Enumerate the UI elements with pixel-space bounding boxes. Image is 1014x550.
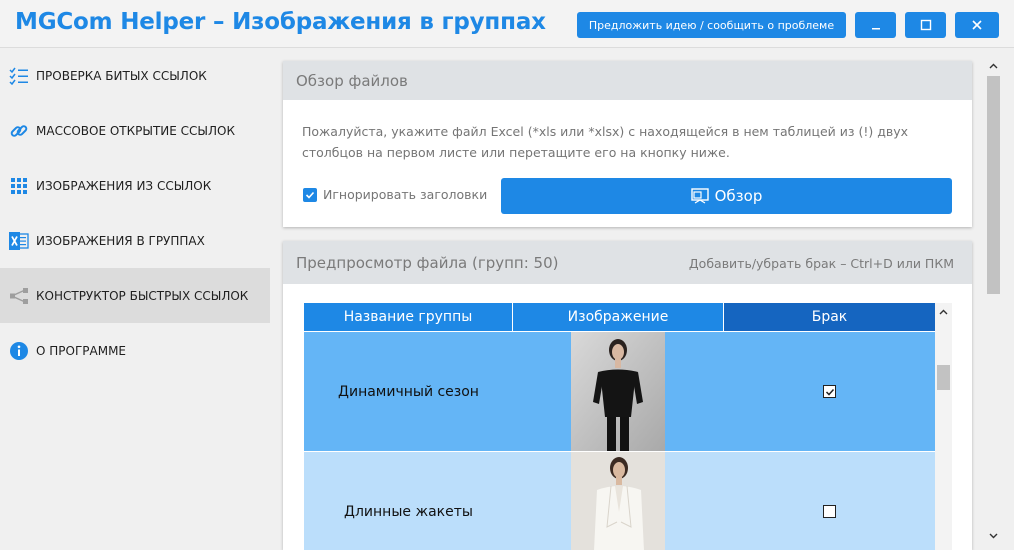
chevron-down-icon[interactable] <box>985 528 1002 544</box>
checklist-icon <box>8 65 30 87</box>
ignore-headers-label: Игнорировать заголовки <box>323 187 488 202</box>
sidebar-item-broken-links[interactable]: Проверка битых ссылок <box>0 48 270 103</box>
app-title: MGCom Helper – Изображения в группах <box>15 9 546 35</box>
feedback-button[interactable]: Предложить идею / сообщить о проблеме <box>577 12 846 38</box>
presentation-icon <box>690 188 709 204</box>
group-name-cell: Длинные жакеты <box>344 503 473 520</box>
table-row[interactable]: Динамичный сезон <box>304 332 935 451</box>
table-scrollbar[interactable] <box>935 303 952 550</box>
sidebar-item-quick-links[interactable]: Конструктор быстрых ссылок <box>0 268 270 323</box>
hotkey-hint: Добавить/убрать брак – Ctrl+D или ПКМ <box>688 256 954 271</box>
chevron-up-icon[interactable] <box>935 303 952 320</box>
files-panel-title: Обзор файлов <box>296 72 408 90</box>
defect-checkbox[interactable] <box>823 505 836 518</box>
defect-checkbox[interactable] <box>823 385 836 398</box>
excel-icon <box>8 230 30 252</box>
share-nodes-icon <box>8 285 30 307</box>
files-panel: Обзор файлов Пожалуйста, укажите файл Ex… <box>283 61 972 227</box>
maximize-icon <box>920 19 931 31</box>
ignore-headers-checkbox[interactable]: Игнорировать заголовки <box>303 187 487 202</box>
file-hint-text: Пожалуйста, укажите файл Excel (*xls или… <box>302 124 909 160</box>
column-header-group-name[interactable]: Название группы <box>304 303 513 331</box>
sidebar-item-label: Изображения из ссылок <box>36 178 212 193</box>
woman-white-jacket-photo <box>571 452 665 550</box>
title-bar: MGCom Helper – Изображения в группах Пре… <box>0 0 1014 48</box>
sidebar-item-images-in-groups[interactable]: Изображения в группах <box>0 213 270 268</box>
sidebar-item-label: Массовое открытие ссылок <box>36 123 235 138</box>
preview-panel-header: Предпросмотр файла (групп: 50) Добавить/… <box>283 241 972 284</box>
minimize-button[interactable] <box>855 12 896 38</box>
column-header-defect[interactable]: Брак <box>724 303 935 331</box>
minimize-icon <box>871 28 880 30</box>
checkmark-icon <box>825 388 834 396</box>
grid-dots-icon <box>8 175 30 197</box>
table-header: Название группы Изображение Брак <box>304 303 935 331</box>
preview-panel-title: Предпросмотр файла (групп: 50) <box>296 254 559 272</box>
main-scrollbar-thumb[interactable] <box>987 76 1000 294</box>
browse-button-label: Обзор <box>714 187 763 205</box>
sidebar-item-label: Изображения в группах <box>36 233 205 248</box>
woman-black-suit-photo <box>571 332 665 451</box>
chevron-up-icon[interactable] <box>985 58 1002 74</box>
groups-table: Название группы Изображение Брак Динамич… <box>304 303 935 550</box>
preview-panel: Предпросмотр файла (групп: 50) Добавить/… <box>283 241 972 550</box>
main-scrollbar[interactable] <box>985 58 1002 546</box>
browse-button[interactable]: Обзор <box>501 178 952 214</box>
sidebar-item-mass-open[interactable]: Массовое открытие ссылок <box>0 103 270 158</box>
sidebar-item-label: Конструктор быстрых ссылок <box>36 288 249 303</box>
sidebar-item-label: О программе <box>36 343 127 358</box>
maximize-button[interactable] <box>905 12 946 38</box>
close-icon <box>972 20 982 30</box>
table-scrollbar-thumb[interactable] <box>937 365 950 390</box>
link-icon <box>8 120 30 142</box>
files-panel-header: Обзор файлов <box>283 61 972 100</box>
sidebar-item-about[interactable]: О программе <box>0 323 270 378</box>
sidebar: Проверка битых ссылок Массовое открытие … <box>0 48 270 550</box>
sidebar-item-images-from-links[interactable]: Изображения из ссылок <box>0 158 270 213</box>
sidebar-item-label: Проверка битых ссылок <box>36 68 207 83</box>
checkmark-icon <box>303 187 317 202</box>
close-button[interactable] <box>955 12 999 38</box>
info-icon <box>8 340 30 362</box>
group-name-cell: Динамичный сезон <box>338 383 479 400</box>
column-header-image[interactable]: Изображение <box>513 303 724 331</box>
table-row[interactable]: Длинные жакеты <box>304 452 935 550</box>
